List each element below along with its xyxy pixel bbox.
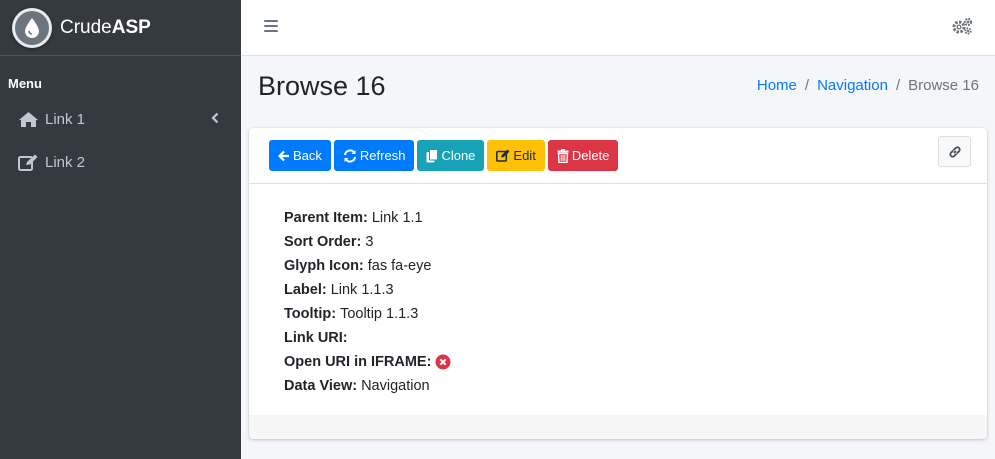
breadcrumb-separator: / (895, 77, 901, 94)
sidebar-item-label: Link 2 (45, 154, 86, 171)
sidebar-item-link-2[interactable]: Link 2 (0, 141, 241, 184)
back-button[interactable]: Back (269, 140, 331, 171)
clone-button[interactable]: Clone (417, 140, 485, 171)
brand-logo (12, 7, 52, 48)
gears-icon[interactable] (951, 17, 973, 35)
breadcrumb-separator: / (804, 77, 810, 94)
brand-text: CrudeASP (60, 16, 151, 38)
field-label: Label: Link 1.1.3 (284, 278, 952, 302)
home-icon (17, 110, 39, 130)
field-open-uri-iframe: Open URI in IFRAME: (284, 350, 952, 374)
card-header: Back Refresh Clone Edit Delete (249, 128, 987, 184)
edit-icon (496, 149, 510, 162)
breadcrumb-navigation[interactable]: Navigation (817, 77, 888, 94)
field-sort-order: Sort Order: 3 (284, 230, 952, 254)
field-value: Navigation (361, 378, 430, 394)
top-navbar (241, 0, 995, 56)
page-title: Browse 16 (258, 71, 386, 101)
card-footer (249, 415, 987, 439)
breadcrumb-current: Browse 16 (908, 77, 979, 94)
copy-icon (426, 148, 439, 162)
field-value: fas fa-eye (367, 258, 432, 274)
permalink-button[interactable] (938, 136, 971, 167)
breadcrumb-home[interactable]: Home (757, 77, 797, 94)
sidebar: CrudeASP Menu Link 1 Link 2 (0, 0, 241, 459)
sidebar-item-label: Link 1 (45, 111, 86, 128)
field-value: Link 1.1 (371, 210, 423, 226)
hamburger-icon[interactable] (264, 20, 278, 34)
field-link-uri: Link URI: (284, 330, 348, 346)
trash-icon (557, 148, 569, 163)
breadcrumb: Home / Navigation / Browse 16 (757, 77, 979, 94)
link-icon (948, 145, 961, 158)
record-card: Back Refresh Clone Edit Delete Parent It… (249, 128, 987, 439)
field-parent-item: Parent Item: Link 1.1 (284, 206, 952, 230)
field-tooltip: Tooltip: Tooltip 1.1.3 (284, 302, 952, 326)
field-value: 3 (365, 234, 374, 250)
field-value: Link 1.1.3 (330, 282, 394, 298)
menu-header: Menu (8, 76, 42, 91)
action-toolbar: Back Refresh Clone Edit Delete (269, 140, 621, 171)
droplet-icon (25, 17, 39, 38)
arrow-left-icon (278, 150, 289, 161)
record-details: Parent Item: Link 1.1 Sort Order: 3 Glyp… (249, 184, 987, 416)
field-value: Tooltip 1.1.3 (340, 306, 419, 322)
chevron-left-icon (211, 112, 219, 124)
field-data-view: Data View: Navigation (284, 374, 952, 398)
refresh-button[interactable]: Refresh (333, 140, 415, 171)
sync-icon (343, 148, 356, 163)
edit-icon (17, 153, 39, 173)
field-glyph-icon: Glyph Icon: fas fa-eye (284, 254, 952, 278)
times-circle-icon (435, 354, 451, 370)
sidebar-item-link-1[interactable]: Link 1 (0, 98, 241, 141)
edit-button[interactable]: Edit (487, 140, 545, 171)
brand-link[interactable]: CrudeASP (0, 0, 241, 56)
delete-button[interactable]: Delete (547, 140, 619, 171)
